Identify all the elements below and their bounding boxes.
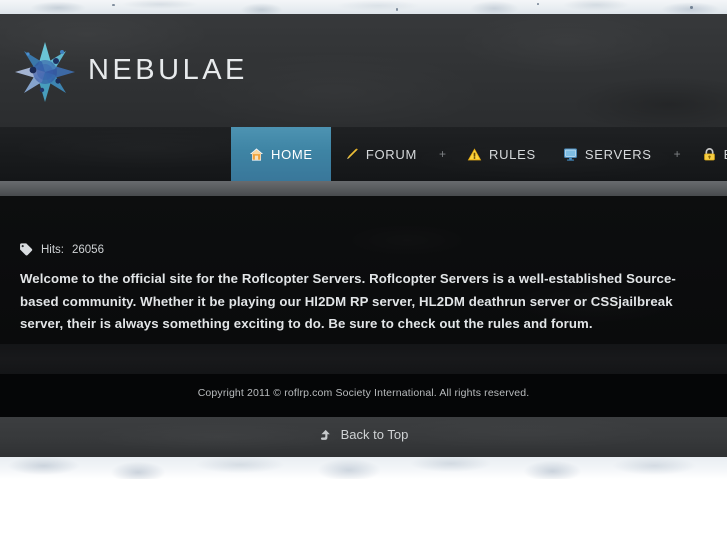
nav-item-servers[interactable]: SERVERS	[550, 127, 666, 181]
monitor-icon	[563, 148, 577, 161]
page-root: NEBULAE HOME FORUM + RULES SERVERS + Hit…	[0, 0, 727, 545]
back-to-top-band: Back to Top	[0, 417, 727, 457]
page-title: NEBULAE	[88, 54, 248, 86]
back-to-top-button[interactable]: Back to Top	[0, 427, 727, 442]
site-shell: NEBULAE HOME FORUM + RULES SERVERS + Hit…	[0, 14, 727, 457]
bottom-grunge-texture	[0, 457, 727, 479]
nav-label: RULES	[489, 146, 536, 162]
nav-item-forum[interactable]: FORUM	[331, 127, 431, 181]
nav-label: HOME	[271, 146, 313, 162]
hits-counter: Hits: 26056	[18, 242, 104, 257]
footer-spacer-band	[0, 344, 727, 374]
lock-icon	[703, 147, 715, 160]
nav-label: SERVERS	[584, 146, 652, 162]
tag-icon	[20, 243, 33, 256]
copyright-band: Copyright 2011 © roflrp.com Society Inte…	[0, 374, 727, 417]
warning-icon	[467, 147, 482, 160]
pencil-icon	[347, 148, 358, 159]
hits-count: 26056	[72, 243, 104, 256]
nav-expand-forum[interactable]: +	[431, 127, 454, 181]
arrow-up-icon	[320, 429, 330, 440]
nav-item-bans[interactable]: BANS	[689, 127, 727, 181]
nebula-star-logo-icon[interactable]	[12, 41, 78, 103]
site-header: NEBULAE	[0, 14, 727, 127]
main-navigation: HOME FORUM + RULES SERVERS +	[0, 127, 727, 181]
copyright-text: Copyright 2011 © roflrp.com Society Inte…	[197, 387, 530, 399]
home-icon	[249, 147, 264, 161]
nav-underline-bar	[0, 181, 727, 196]
nav-expand-servers[interactable]: +	[666, 127, 689, 181]
top-grunge-texture	[0, 0, 727, 14]
nav-item-rules[interactable]: RULES	[454, 127, 550, 181]
nav-item-home[interactable]: HOME	[231, 127, 331, 181]
hits-label: Hits:	[41, 243, 64, 256]
welcome-paragraph: Welcome to the official site for the Rof…	[20, 271, 676, 332]
nav-label: FORUM	[365, 146, 417, 162]
back-to-top-label: Back to Top	[340, 427, 409, 442]
main-content: Hits: 26056 Welcome to the official site…	[0, 196, 727, 344]
